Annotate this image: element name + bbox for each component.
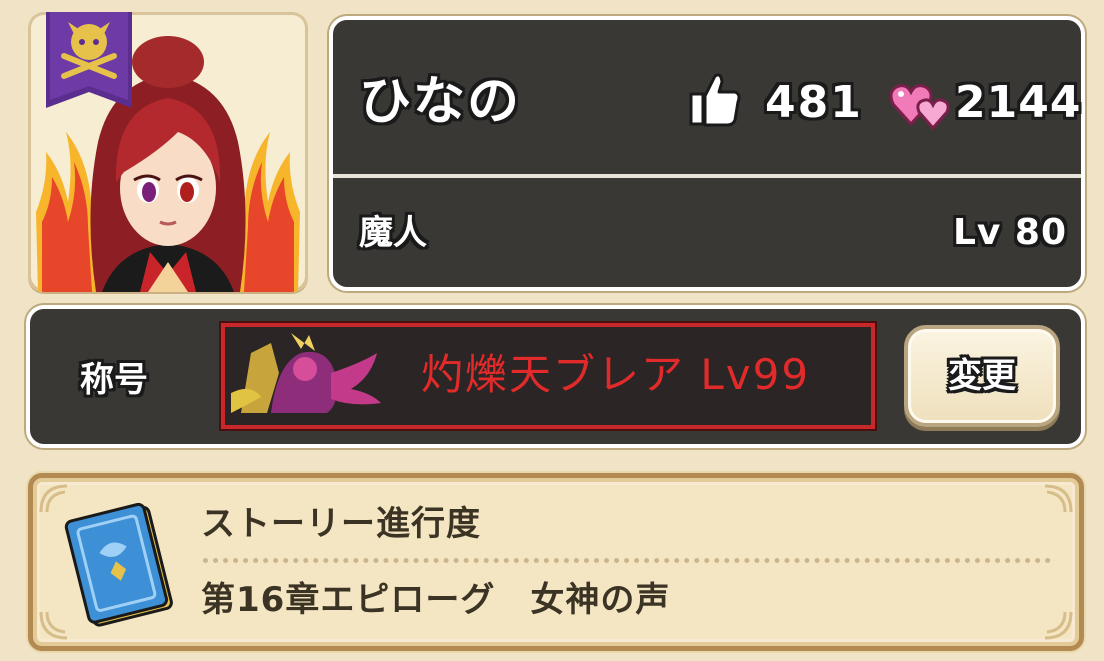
thumbs-up-icon: [689, 73, 741, 127]
player-avatar-card[interactable]: [28, 12, 308, 292]
story-current-chapter: 第16章エピローグ 女神の声: [201, 580, 671, 620]
corner-ornament-icon: [1044, 484, 1073, 513]
equipped-title-text: 灼爍天ブレア Lv99: [421, 350, 811, 399]
corner-ornament-icon: [1044, 611, 1073, 640]
job-label: 魔人: [359, 213, 427, 253]
title-monster-art: [231, 333, 383, 419]
like-count: 481: [765, 77, 863, 128]
heart-count: 2144: [955, 77, 1082, 128]
profile-panel: ひなの 481 2144 魔人 Lv 80: [329, 16, 1085, 291]
equipped-title-frame[interactable]: 灼爍天ブレア Lv99: [221, 323, 875, 429]
change-title-button[interactable]: 変更: [904, 325, 1060, 427]
title-panel: 称号 灼爍天ブレア Lv99 変更: [26, 305, 1085, 448]
level-label: Lv 80: [952, 212, 1067, 253]
hearts-icon: [889, 84, 950, 130]
story-progress-heading: ストーリー進行度: [201, 504, 481, 544]
profile-divider: [333, 174, 1081, 178]
dotted-divider: [203, 558, 1051, 563]
profile-screen: ひなの 481 2144 魔人 Lv 80 称号 灼爍天ブレア Lv99 変更 …: [0, 0, 1104, 661]
story-book-icon: [64, 502, 173, 627]
crossed-swords-demon-emblem-icon: [46, 12, 132, 108]
change-title-button-label: 変更: [948, 356, 1016, 396]
story-progress-panel[interactable]: ストーリー進行度 第16章エピローグ 女神の声: [28, 473, 1084, 651]
title-label: 称号: [80, 360, 148, 400]
player-name: ひなの: [359, 72, 522, 132]
